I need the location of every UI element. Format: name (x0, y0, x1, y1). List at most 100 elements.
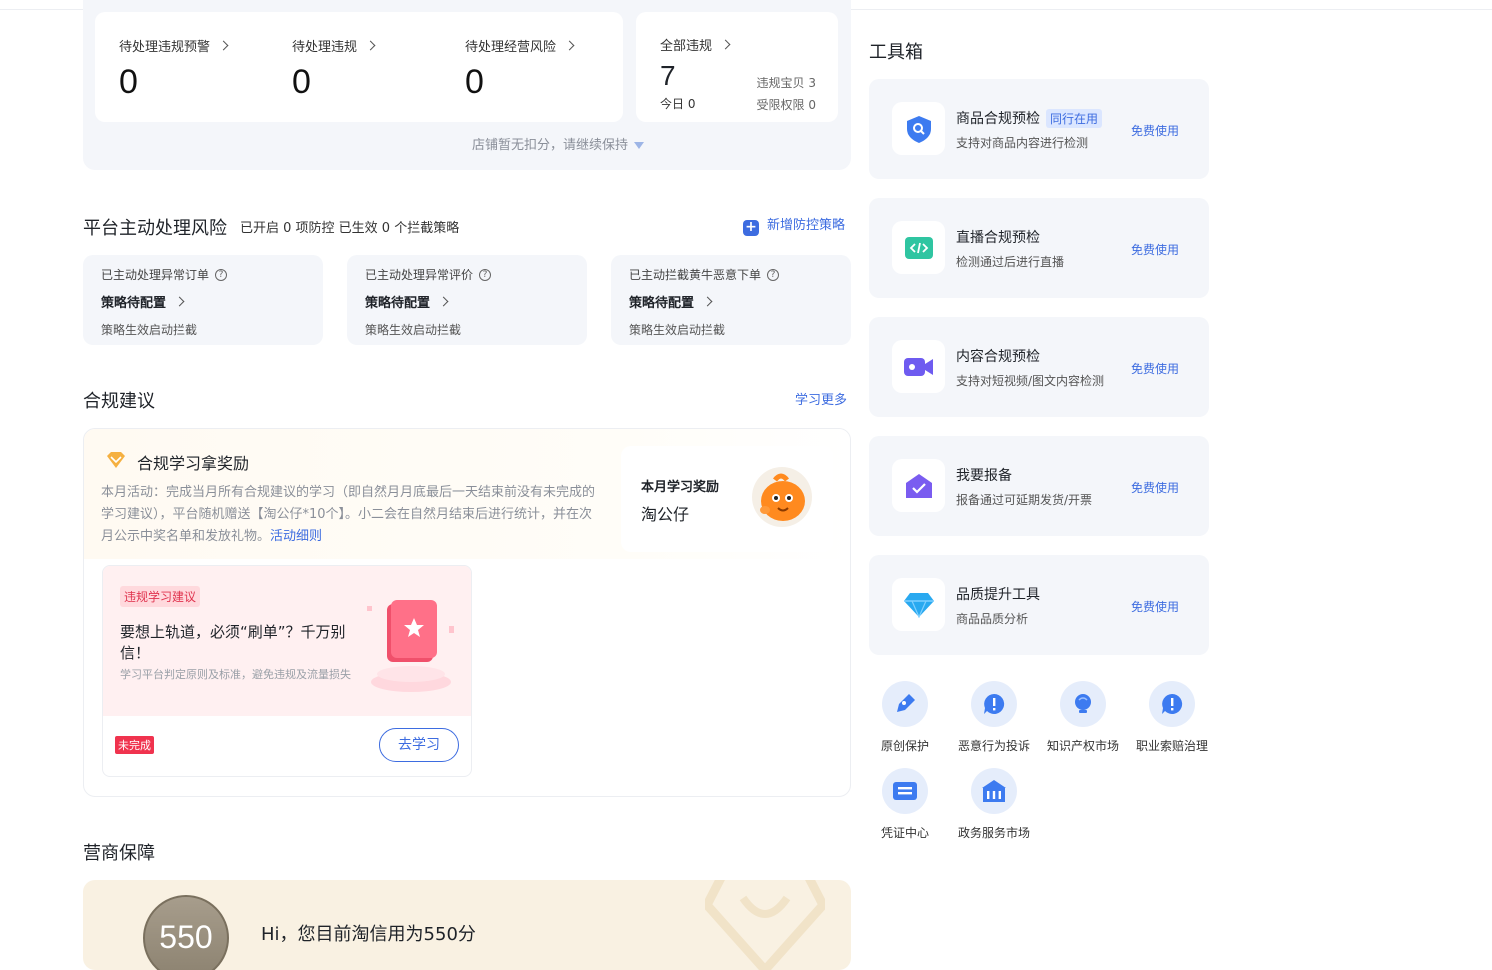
bulb-icon (1060, 681, 1106, 727)
risk-card-desc: 策略生效启动拦截 (629, 323, 726, 337)
monthly-reward-label: 本月学习奖励 (641, 480, 720, 495)
incomplete-badge: 未完成 (115, 736, 154, 754)
quick-link-original-protection[interactable]: 原创保护 (860, 681, 950, 754)
quick-link-voucher-center[interactable]: 凭证中心 (860, 768, 950, 841)
metric-pending-violation[interactable]: 待处理违规 0 (292, 36, 376, 102)
metric-value: 0 (119, 63, 138, 101)
credit-score-banner: 550 Hi，您目前淘信用为550分 (83, 880, 851, 970)
go-learn-button[interactable]: 去学习 (379, 728, 459, 762)
caret-down-icon (634, 142, 644, 149)
tool-content-precheck[interactable]: 内容合规预检 支持对短视频/图文内容检测 免费使用 (869, 317, 1209, 417)
tool-desc: 报备通过可延期发货/开票 (956, 493, 1093, 507)
diamond-icon (892, 578, 945, 631)
plus-icon: + (743, 220, 759, 236)
chevron-right-icon (702, 296, 713, 307)
lesson-description: 学习平台判定原则及标准，避免违规及流量损失 (120, 668, 351, 681)
help-icon[interactable]: ? (215, 268, 228, 281)
tool-report-filing[interactable]: 我要报备 报备通过可延期发货/开票 免费使用 (869, 436, 1209, 536)
platform-risk-subtitle: 已开启 0 项防控 已生效 0 个拦截策略 (240, 221, 460, 236)
pen-icon (882, 681, 928, 727)
government-icon (971, 768, 1017, 814)
metric-label: 待处理违规预警 (119, 40, 211, 55)
tool-name: 商品合规预检 (956, 111, 1040, 127)
metric-label: 待处理经营风险 (465, 40, 557, 55)
free-use-link[interactable]: 免费使用 (1131, 598, 1179, 615)
credit-score-text: Hi，您目前淘信用为550分 (261, 924, 476, 945)
item-violations: 违规宝贝 3 (756, 76, 816, 90)
risk-card-desc: 策略生效启动拦截 (365, 323, 462, 337)
merchant-guarantee-title: 营商保障 (83, 843, 155, 864)
chevron-right-icon (218, 40, 229, 51)
all-violations-label: 全部违规 (660, 39, 713, 54)
quick-link-government-services[interactable]: 政务服务市场 (949, 768, 1039, 841)
chevron-right-icon (365, 40, 376, 51)
decorative-badge-icon (705, 880, 825, 970)
metric-pending-risk[interactable]: 待处理经营风险 0 (465, 36, 575, 102)
learn-more-link[interactable]: 学习更多 (795, 389, 847, 408)
tool-product-precheck[interactable]: 商品合规预检 同行在用 支持对商品内容进行检测 免费使用 (869, 79, 1209, 179)
violation-summary-panel: 待处理违规预警 0 待处理违规 0 待处理经营风险 0 全部违规 7 今日 0 … (83, 0, 851, 170)
tool-quality-improvement[interactable]: 品质提升工具 商品品质分析 免费使用 (869, 555, 1209, 655)
chevron-right-icon (564, 40, 575, 51)
free-use-link[interactable]: 免费使用 (1131, 479, 1179, 496)
tool-desc: 支持对短视频/图文内容检测 (956, 374, 1105, 388)
tool-desc: 检测通过后进行直播 (956, 255, 1065, 269)
activity-rules-link[interactable]: 活动细则 (270, 529, 322, 544)
add-strategy-link[interactable]: + 新增防控策略 (743, 214, 845, 236)
quick-link-malicious-complaint[interactable]: 恶意行为投诉 (949, 681, 1039, 754)
metric-pending-warning[interactable]: 待处理违规预警 0 (119, 36, 229, 102)
risk-card-title: 已主动处理异常评价 (365, 268, 474, 282)
help-icon[interactable]: ? (767, 268, 780, 281)
risk-card-scalper-orders: 已主动拦截黄牛恶意下单? 策略待配置 策略生效启动拦截 (611, 255, 851, 345)
compliance-title: 合规建议 (83, 391, 155, 412)
reward-text: 本月活动：完成当月所有合规建议的学习（即自然月月底最后一天结束前没有未完成的学习… (101, 485, 596, 544)
chevron-right-icon (720, 39, 731, 50)
shield-search-icon (892, 102, 945, 155)
strategy-config-link[interactable]: 策略待配置 (365, 292, 449, 311)
restricted-permissions: 受限权限 0 (756, 98, 816, 112)
quick-link-label: 凭证中心 (880, 826, 929, 840)
quick-link-ip-market[interactable]: 知识产权市场 (1038, 681, 1128, 754)
pending-metrics-card: 待处理违规预警 0 待处理违规 0 待处理经营风险 0 (95, 12, 623, 122)
home-check-icon (892, 459, 945, 512)
lesson-title: 要想上轨道，必须“刷单”？千万别信！ (120, 623, 346, 662)
free-use-link[interactable]: 免费使用 (1131, 360, 1179, 377)
tool-desc: 支持对商品内容进行检测 (956, 136, 1089, 150)
tool-name: 我要报备 (956, 468, 1012, 484)
code-icon (892, 221, 945, 274)
tool-name: 直播合规预检 (956, 230, 1040, 246)
strategy-config-link[interactable]: 策略待配置 (101, 292, 185, 311)
mascot-image (752, 467, 812, 527)
free-use-link[interactable]: 免费使用 (1131, 122, 1179, 139)
alert-icon (971, 681, 1017, 727)
tool-live-precheck[interactable]: 直播合规预检 检测通过后进行直播 免费使用 (869, 198, 1209, 298)
strategy-config-link[interactable]: 策略待配置 (629, 292, 713, 311)
risk-card-abnormal-reviews: 已主动处理异常评价? 策略待配置 策略生效启动拦截 (347, 255, 587, 345)
video-icon (892, 340, 945, 393)
risk-card-abnormal-orders: 已主动处理异常订单? 策略待配置 策略生效启动拦截 (83, 255, 323, 345)
risk-card-status: 策略待配置 (629, 296, 695, 311)
credit-score-badge: 550 (143, 895, 229, 970)
tool-tag: 同行在用 (1046, 108, 1103, 128)
tool-desc: 商品品质分析 (956, 612, 1029, 626)
credit-score-value: 550 (159, 919, 213, 955)
risk-card-status: 策略待配置 (101, 296, 167, 311)
monthly-reward-card: 本月学习奖励 淘公仔 (621, 446, 833, 552)
tool-name: 品质提升工具 (956, 587, 1040, 603)
help-icon[interactable]: ? (479, 268, 492, 281)
free-use-link[interactable]: 免费使用 (1131, 241, 1179, 258)
chevron-right-icon (174, 296, 185, 307)
reward-title: 合规学习拿奖励 (137, 454, 250, 473)
lesson-tag: 违规学习建议 (120, 586, 201, 607)
tool-name: 内容合规预检 (956, 349, 1040, 365)
quick-link-claim-governance[interactable]: 职业索赔治理 (1127, 681, 1217, 754)
metric-value: 0 (465, 63, 484, 101)
risk-card-title: 已主动拦截黄牛恶意下单 (629, 268, 762, 282)
quick-link-label: 知识产权市场 (1046, 739, 1119, 753)
all-violations-value: 7 (660, 60, 676, 91)
quick-link-label: 恶意行为投诉 (957, 739, 1030, 753)
quick-link-label: 政务服务市场 (957, 826, 1030, 840)
quick-link-label: 职业索赔治理 (1135, 739, 1208, 753)
add-strategy-label: 新增防控策略 (767, 218, 846, 233)
all-violations-card[interactable]: 全部违规 7 今日 0 违规宝贝 3 受限权限 0 (636, 12, 838, 122)
